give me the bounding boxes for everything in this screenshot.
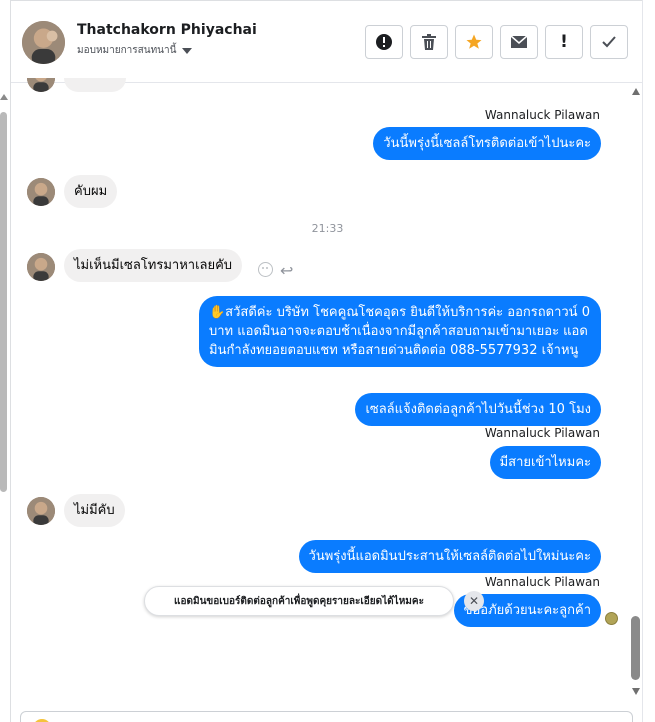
contact-name[interactable]: Thatchakorn Phiyachai bbox=[77, 22, 257, 38]
trash-icon bbox=[422, 34, 436, 50]
message-scrollbar-thumb[interactable] bbox=[631, 616, 640, 680]
assign-label: มอบหมายการสนทนานี้ bbox=[77, 45, 177, 56]
sender-name: Wannaluck Pilawan bbox=[484, 426, 600, 440]
scroll-up-arrow-left[interactable] bbox=[0, 94, 8, 100]
contact-avatar-small bbox=[27, 78, 55, 92]
message-timestamp: 21:33 bbox=[311, 222, 344, 235]
star-icon bbox=[466, 34, 482, 49]
scroll-up-arrow[interactable] bbox=[632, 88, 640, 95]
reply-icon[interactable]: ↩ bbox=[280, 261, 293, 280]
frame-right-border bbox=[642, 0, 643, 722]
message-bubble-incoming[interactable]: คับผม bbox=[64, 175, 118, 208]
message-bubble-incoming[interactable]: ไม่เห็นมีเซลโทรมาหาเลยคับ bbox=[64, 249, 243, 282]
seen-avatar-icon bbox=[605, 612, 618, 625]
assign-conversation-dropdown[interactable]: มอบหมายการสนทนานี้ bbox=[77, 43, 193, 58]
suggested-reply[interactable]: แอดมินขอเบอร์ติดต่อลูกค้าเพื่อพูดคุยรายล… bbox=[144, 586, 454, 616]
scroll-down-arrow[interactable] bbox=[632, 688, 640, 695]
close-suggestion-button[interactable]: ✕ bbox=[464, 591, 484, 611]
message-bubble-outgoing[interactable]: เซลล์แจ้งติดต่อลูกค้าไปวันนี้ช่วง 10 โมง bbox=[355, 393, 601, 426]
done-button[interactable] bbox=[590, 25, 628, 59]
message-bubble-outgoing[interactable]: วันพรุ่งนี้แอดมินประสานให้เซลล์ติดต่อไปใ… bbox=[298, 540, 601, 573]
star-button[interactable] bbox=[455, 25, 493, 59]
react-emoji-icon[interactable] bbox=[258, 262, 273, 277]
contact-avatar-small bbox=[27, 497, 55, 525]
close-icon: ✕ bbox=[468, 594, 480, 608]
message-bubble-incoming[interactable]: ไม่มีคับ bbox=[64, 494, 125, 527]
sender-name: Wannaluck Pilawan bbox=[484, 108, 600, 122]
check-icon bbox=[602, 36, 616, 48]
message-bubble-outgoing[interactable]: มีสายเข้าไหมคะ bbox=[489, 446, 601, 479]
delete-button[interactable] bbox=[410, 25, 448, 59]
message-bubble-outgoing[interactable]: วันนี้พรุ่งนี้เซลล์โทรติดต่อเข้าไปนะคะ bbox=[373, 127, 601, 160]
header-actions: ! bbox=[365, 25, 628, 59]
envelope-icon bbox=[510, 35, 528, 48]
message-composer[interactable] bbox=[20, 711, 633, 722]
contact-avatar[interactable] bbox=[22, 21, 65, 64]
frame-left-border bbox=[10, 0, 11, 722]
message-bubble-outgoing[interactable]: ✋สวัสดีค่ะ บริษัท โชคคูณโชคอุดร ยินดีให้… bbox=[199, 296, 601, 367]
sender-name: Wannaluck Pilawan bbox=[484, 575, 600, 589]
conversation-header: Thatchakorn Phiyachai มอบหมายการสนทนานี้ bbox=[11, 1, 642, 83]
mark-unread-button[interactable] bbox=[500, 25, 538, 59]
exclamation-icon: ! bbox=[560, 32, 568, 52]
contact-avatar-small bbox=[27, 253, 55, 281]
report-button[interactable] bbox=[365, 25, 403, 59]
message-bubble-incoming[interactable] bbox=[64, 78, 126, 92]
left-scrollbar-thumb[interactable] bbox=[0, 112, 7, 492]
alert-circle-icon bbox=[376, 34, 392, 50]
spam-button[interactable]: ! bbox=[545, 25, 583, 59]
contact-avatar-small bbox=[27, 178, 55, 206]
caret-down-icon bbox=[182, 47, 193, 54]
